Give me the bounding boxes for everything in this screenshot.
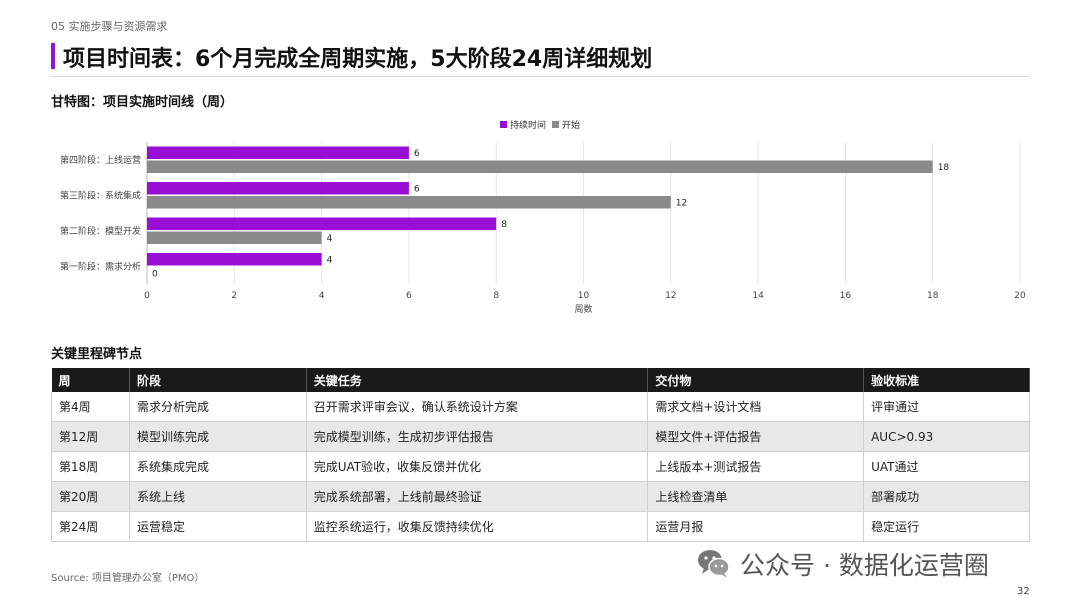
cell-phase: 系统集成完成	[129, 451, 307, 482]
cell-task: 完成UAT验收，收集反馈并优化	[306, 451, 649, 482]
x-tick-label: 4	[319, 291, 325, 301]
page-number: 32	[1017, 586, 1030, 597]
cell-criteria: AUC>0.93	[863, 421, 1030, 452]
watermark: 公众号 · 数据化运营圈	[696, 546, 989, 582]
milestone-table: 周 阶段 关键任务 交付物 验收标准 第4周 需求分析完成 召开需求评审会议，确…	[51, 368, 1030, 542]
table-row: 第4周 需求分析完成 召开需求评审会议，确认系统设计方案 需求文档+设计文档 评…	[51, 392, 1030, 422]
bar-value-label: 0	[152, 269, 158, 279]
x-tick-label: 14	[752, 291, 764, 301]
table-row: 第18周 系统集成完成 完成UAT验收，收集反馈并优化 上线版本+测试报告 UA…	[51, 451, 1030, 482]
x-axis-label: 周数	[574, 303, 592, 315]
bar-start	[147, 231, 322, 244]
cell-week: 第12周	[51, 421, 130, 452]
section-tag: 05 实施步骤与资源需求	[51, 20, 168, 33]
header-cell-week: 周	[51, 368, 130, 392]
bar-duration	[147, 217, 497, 230]
cell-phase: 模型训练完成	[129, 421, 307, 452]
watermark-text: 公众号 · 数据化运营圈	[740, 551, 989, 580]
cell-deliverable: 模型文件+评估报告	[647, 421, 865, 452]
bar-value-label: 4	[327, 234, 333, 244]
x-tick-label: 18	[927, 291, 939, 301]
title-divider	[51, 76, 1030, 77]
x-tick-label: 6	[406, 291, 412, 301]
source-note: Source: 项目管理办公室（PMO）	[51, 573, 205, 584]
legend-swatch	[552, 121, 559, 128]
x-tick-label: 2	[231, 291, 237, 301]
x-tick-label: 10	[578, 291, 590, 301]
header-cell-criteria: 验收标准	[863, 368, 1030, 392]
table-row: 第20周 系统上线 完成系统部署，上线前最终验证 上线检查清单 部署成功	[51, 481, 1030, 512]
table-row: 第24周 运营稳定 监控系统运行，收集反馈持续优化 运营月报 稳定运行	[51, 511, 1030, 542]
cell-week: 第20周	[51, 481, 130, 512]
cell-criteria: 评审通过	[863, 392, 1030, 422]
x-tick-label: 12	[665, 291, 676, 301]
bar-value-label: 8	[501, 220, 507, 230]
cell-criteria: 部署成功	[863, 481, 1030, 512]
header-cell-deliverable: 交付物	[647, 368, 865, 392]
bar-value-label: 6	[414, 149, 420, 159]
bar-duration	[147, 253, 322, 266]
bar-value-label: 18	[938, 163, 950, 173]
bar-value-label: 12	[676, 198, 687, 208]
chart-heading: 甘特图：项目实施时间线（周）	[51, 95, 234, 110]
x-tick-label: 16	[840, 291, 852, 301]
bar-start	[147, 160, 933, 173]
cell-week: 第18周	[51, 451, 130, 482]
x-tick-label: 0	[144, 291, 150, 301]
wechat-icon	[698, 550, 730, 578]
y-tick-label: 第一阶段：需求分析	[60, 260, 141, 272]
cell-phase: 系统上线	[129, 481, 307, 512]
cell-criteria: 稳定运行	[863, 511, 1030, 542]
cell-task: 完成系统部署，上线前最终验证	[306, 481, 649, 512]
bar-value-label: 4	[327, 255, 333, 265]
table-row: 第12周 模型训练完成 完成模型训练，生成初步评估报告 模型文件+评估报告 AU…	[51, 421, 1030, 452]
header-cell-task: 关键任务	[306, 368, 649, 392]
y-tick-label: 第二阶段：模型开发	[60, 225, 141, 237]
bar-duration	[147, 146, 409, 159]
table-header-row: 周 阶段 关键任务 交付物 验收标准	[51, 368, 1030, 392]
x-tick-label: 20	[1014, 291, 1026, 301]
bar-duration	[147, 182, 409, 195]
y-tick-label: 第四阶段：上线运营	[60, 154, 141, 166]
legend-label: 持续时间	[510, 119, 546, 131]
cell-task: 完成模型训练，生成初步评估报告	[306, 421, 649, 452]
cell-criteria: UAT通过	[863, 451, 1030, 482]
cell-deliverable: 运营月报	[647, 511, 865, 542]
title-accent-bar	[51, 43, 55, 69]
cell-week: 第4周	[51, 392, 130, 422]
legend-label: 开始	[562, 119, 580, 131]
x-tick-label: 8	[493, 291, 499, 301]
gantt-chart: 0 2 4 6 8 10 12 14 16 18 20 周数 第四阶段：上线运营 6 18 第三阶段：系统集成…	[60, 119, 1026, 315]
page-title: 项目时间表：6个月完成全周期实施，5大阶段24周详细规划	[63, 47, 653, 72]
bar-start	[147, 196, 671, 209]
cell-phase: 运营稳定	[129, 511, 307, 542]
legend-swatch	[500, 121, 507, 128]
table-heading: 关键里程碑节点	[51, 347, 143, 362]
cell-week: 第24周	[51, 511, 130, 542]
cell-task: 召开需求评审会议，确认系统设计方案	[306, 392, 649, 422]
bar-value-label: 6	[414, 184, 420, 194]
y-tick-label: 第三阶段：系统集成	[60, 189, 141, 201]
cell-task: 监控系统运行，收集反馈持续优化	[306, 511, 649, 542]
cell-deliverable: 上线版本+测试报告	[647, 451, 865, 482]
cell-deliverable: 上线检查清单	[647, 481, 865, 512]
cell-phase: 需求分析完成	[129, 392, 307, 422]
header-cell-phase: 阶段	[129, 368, 307, 392]
cell-deliverable: 需求文档+设计文档	[647, 392, 865, 422]
